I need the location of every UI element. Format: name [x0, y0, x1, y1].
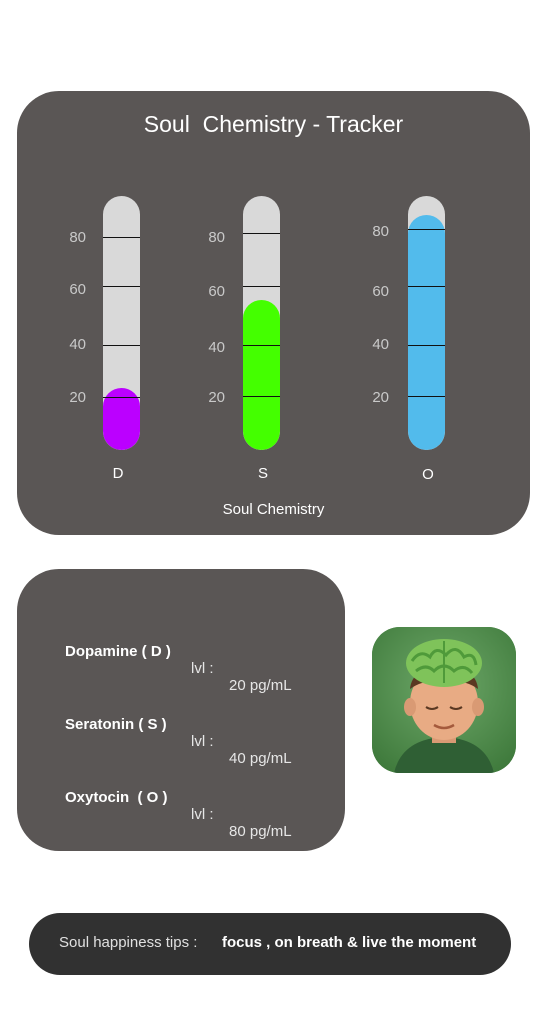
oxytocin-label: O: [422, 466, 434, 483]
tick: [103, 237, 140, 238]
tick: [408, 229, 445, 230]
tick: [243, 233, 280, 234]
level-value: 80 pg/mL: [229, 823, 292, 840]
tips-label: Soul happiness tips :: [59, 934, 198, 951]
level-row-oxytocin: Oxytocin ( O ) lvl : 80 pg/mL: [65, 772, 292, 857]
scale-label-40: 40: [69, 336, 86, 353]
level-lvl-label: lvl :: [191, 806, 214, 823]
brain-head-avatar-icon: [372, 627, 516, 773]
tips-bar: Soul happiness tips : focus , on breath …: [29, 913, 511, 975]
level-name: Seratonin ( S ): [65, 716, 167, 733]
oxytocin-tube: [408, 196, 445, 450]
oxytocin-fill: [408, 215, 445, 450]
level-value: 20 pg/mL: [229, 677, 292, 694]
level-value: 40 pg/mL: [229, 750, 292, 767]
tick: [408, 286, 445, 287]
tips-text: focus , on breath & live the moment: [222, 934, 477, 951]
scale-label-20: 20: [208, 389, 225, 406]
tick: [243, 345, 280, 346]
scale-label-80: 80: [372, 223, 389, 240]
tick: [243, 286, 280, 287]
level-lvl-label: lvl :: [191, 733, 214, 750]
scale-label-40: 40: [208, 339, 225, 356]
tick: [103, 345, 140, 346]
scale-label-60: 60: [372, 283, 389, 300]
serotonin-fill: [243, 300, 280, 450]
tracker-footer: Soul Chemistry: [222, 501, 325, 518]
tick: [103, 397, 140, 398]
level-name: Oxytocin ( O ): [65, 789, 168, 806]
dopamine-tube: [103, 196, 140, 450]
scale-label-60: 60: [69, 281, 86, 298]
scale-label-80: 80: [69, 229, 86, 246]
scale-label-20: 20: [372, 389, 389, 406]
serotonin-tube: [243, 196, 280, 450]
scale-label-40: 40: [372, 336, 389, 353]
tick: [408, 345, 445, 346]
scale-label-80: 80: [208, 229, 225, 246]
tick: [103, 286, 140, 287]
level-lvl-label: lvl :: [191, 660, 214, 677]
levels-card: Dopamine ( D ) lvl : 20 pg/mL Seratonin …: [17, 569, 345, 851]
tracker-card: Soul Chemistry - Tracker 80 60 40 20 D 8…: [17, 91, 530, 535]
tracker-title: Soul Chemistry - Tracker: [143, 111, 404, 137]
tick: [408, 396, 445, 397]
tick: [243, 396, 280, 397]
dopamine-label: D: [112, 465, 124, 482]
scale-label-20: 20: [69, 389, 86, 406]
scale-label-60: 60: [208, 283, 225, 300]
serotonin-label: S: [257, 465, 268, 482]
level-name: Dopamine ( D ): [65, 643, 171, 660]
